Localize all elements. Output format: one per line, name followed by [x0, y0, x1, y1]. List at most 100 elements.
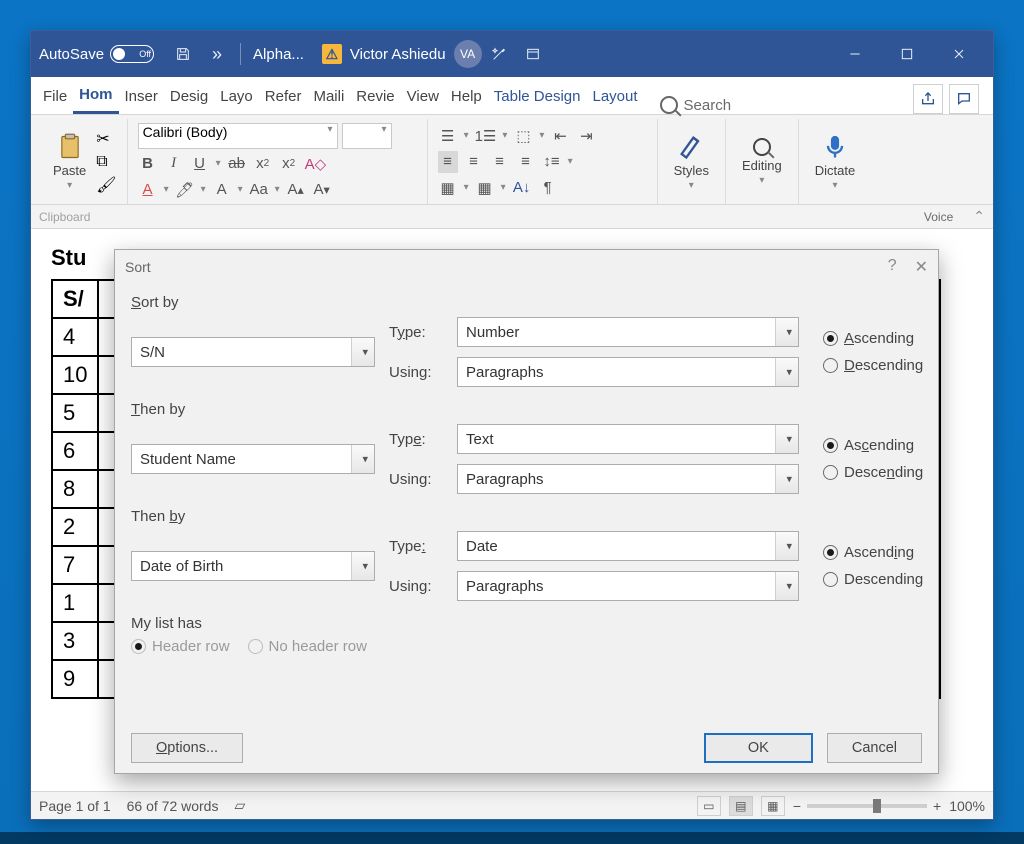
comments-button[interactable]	[949, 84, 979, 114]
help-icon[interactable]: ?	[888, 257, 897, 277]
multilevel-button[interactable]: ⬚	[513, 125, 533, 147]
decrease-indent-button[interactable]: ⇤	[550, 125, 570, 147]
paste-button[interactable]: Paste ▾	[47, 133, 92, 191]
text-effects-button[interactable]: A	[212, 179, 232, 201]
tab-help[interactable]: Help	[445, 78, 488, 114]
clear-format-icon[interactable]: A◇	[305, 153, 327, 175]
word-count[interactable]: 66 of 72 words	[127, 798, 219, 814]
tab-table-layout[interactable]: Layout	[586, 78, 643, 114]
strike-button[interactable]: ab	[227, 153, 247, 175]
ok-button[interactable]: OK	[704, 733, 813, 763]
tab-references[interactable]: Refer	[259, 78, 308, 114]
close-icon[interactable]: ✕	[915, 257, 928, 277]
autosave-label: AutoSave	[39, 46, 104, 63]
then-by-2-using[interactable]: Paragraphs▾	[457, 571, 799, 601]
bullets-button[interactable]: ☰	[438, 125, 458, 147]
tell-me-search[interactable]: Search	[660, 96, 732, 114]
print-layout-button[interactable]: ▤	[729, 796, 753, 816]
close-icon[interactable]	[937, 37, 981, 71]
then-by-1-using[interactable]: Paragraphs▾	[457, 464, 799, 494]
align-center-button[interactable]: ≡	[464, 151, 484, 173]
copy-icon[interactable]: ⧉	[96, 153, 116, 171]
sort-by-using[interactable]: Paragraphs▾	[457, 357, 799, 387]
then-by-1-ascending[interactable]: Ascending	[823, 437, 923, 454]
bold-button[interactable]: B	[138, 153, 158, 175]
table-row: 3	[52, 622, 98, 660]
alert-icon[interactable]: ⚠	[322, 44, 342, 64]
tab-table-design[interactable]: Table Design	[488, 78, 587, 114]
sort-by-descending[interactable]: Descending	[823, 357, 923, 374]
justify-button[interactable]: ≡	[516, 151, 536, 173]
web-layout-button[interactable]: ▦	[761, 796, 785, 816]
sort-by-type[interactable]: Number▾	[457, 317, 799, 347]
sort-by-ascending[interactable]: Ascending	[823, 330, 923, 347]
header-row-radio[interactable]: Header row	[131, 638, 230, 655]
using-label: Using:	[389, 471, 443, 488]
increase-indent-button[interactable]: ⇥	[576, 125, 596, 147]
then-by-2-ascending[interactable]: Ascending	[823, 544, 923, 561]
pilcrow-button[interactable]: ¶	[538, 177, 558, 199]
autosave-state[interactable]: Off	[110, 45, 154, 63]
tab-file[interactable]: File	[37, 78, 73, 114]
cancel-button[interactable]: Cancel	[827, 733, 922, 763]
ribbon-display-icon[interactable]	[520, 41, 546, 67]
font-size-select[interactable]: ▾	[342, 123, 392, 149]
then-by-1-type[interactable]: Text▾	[457, 424, 799, 454]
format-painter-icon[interactable]: 🖌	[96, 175, 116, 195]
tab-home[interactable]: Hom	[73, 78, 118, 114]
autosave-toggle[interactable]: AutoSave Off	[39, 45, 154, 63]
styles-button[interactable]: Styles▾	[668, 133, 715, 191]
page-indicator[interactable]: Page 1 of 1	[39, 798, 111, 814]
share-button[interactable]	[913, 84, 943, 114]
options-button[interactable]: Options...	[131, 733, 243, 763]
clipboard-group-label: Clipboard	[39, 210, 90, 224]
proofing-icon[interactable]: ▱	[234, 797, 245, 814]
avatar[interactable]: VA	[454, 40, 482, 68]
line-spacing-button[interactable]: ↕≡	[542, 151, 562, 173]
save-icon[interactable]	[170, 41, 196, 67]
qat-more-icon[interactable]: »	[204, 41, 230, 67]
editing-button[interactable]: Editing▾	[736, 138, 788, 186]
tab-design[interactable]: Desig	[164, 78, 214, 114]
zoom-out-icon[interactable]: −	[793, 798, 801, 814]
tab-layout[interactable]: Layo	[214, 78, 259, 114]
zoom-slider[interactable]: − +	[793, 798, 941, 814]
no-header-row-radio[interactable]: No header row	[248, 638, 367, 655]
align-left-button[interactable]: ≡	[438, 151, 458, 173]
font-name-select[interactable]: Calibri (Body) ▾	[138, 123, 338, 149]
borders-button[interactable]: ▦	[475, 177, 495, 199]
zoom-level[interactable]: 100%	[949, 798, 985, 814]
maximize-icon[interactable]	[885, 37, 929, 71]
minimize-icon[interactable]	[833, 37, 877, 71]
italic-button[interactable]: I	[164, 153, 184, 175]
tab-insert[interactable]: Inser	[119, 78, 164, 114]
align-right-button[interactable]: ≡	[490, 151, 510, 173]
collapse-ribbon-icon[interactable]: ⌃	[973, 208, 985, 225]
underline-button[interactable]: U	[190, 153, 210, 175]
magic-icon[interactable]	[486, 41, 512, 67]
zoom-in-icon[interactable]: +	[933, 798, 941, 814]
numbering-button[interactable]: 1☰	[475, 125, 497, 147]
shrink-font-button[interactable]: A▾	[312, 179, 332, 201]
then-by-1-field[interactable]: Student Name▾	[131, 444, 375, 474]
sort-by-field[interactable]: S/N▾	[131, 337, 375, 367]
tab-review[interactable]: Revie	[350, 78, 400, 114]
shading-button[interactable]: ▦	[438, 177, 458, 199]
dictate-button[interactable]: Dictate▾	[809, 133, 861, 191]
then-by-2-field[interactable]: Date of Birth▾	[131, 551, 375, 581]
cut-icon[interactable]: ✂	[96, 129, 116, 149]
grow-font-button[interactable]: A▴	[286, 179, 306, 201]
read-mode-button[interactable]: ▭	[697, 796, 721, 816]
then-by-2-descending[interactable]: Descending	[823, 571, 923, 588]
superscript-button[interactable]: x2	[279, 153, 299, 175]
sort-button[interactable]: A↓	[512, 177, 532, 199]
highlight-button[interactable]: 🖊	[175, 179, 195, 201]
font-color-button[interactable]: A	[138, 179, 158, 201]
change-case-button[interactable]: Aa	[249, 179, 269, 201]
then-by-2-type[interactable]: Date▾	[457, 531, 799, 561]
chevron-down-icon: ▾	[786, 580, 792, 593]
tab-mailings[interactable]: Maili	[307, 78, 350, 114]
subscript-button[interactable]: x2	[253, 153, 273, 175]
then-by-1-descending[interactable]: Descending	[823, 464, 923, 481]
tab-view[interactable]: View	[401, 78, 445, 114]
